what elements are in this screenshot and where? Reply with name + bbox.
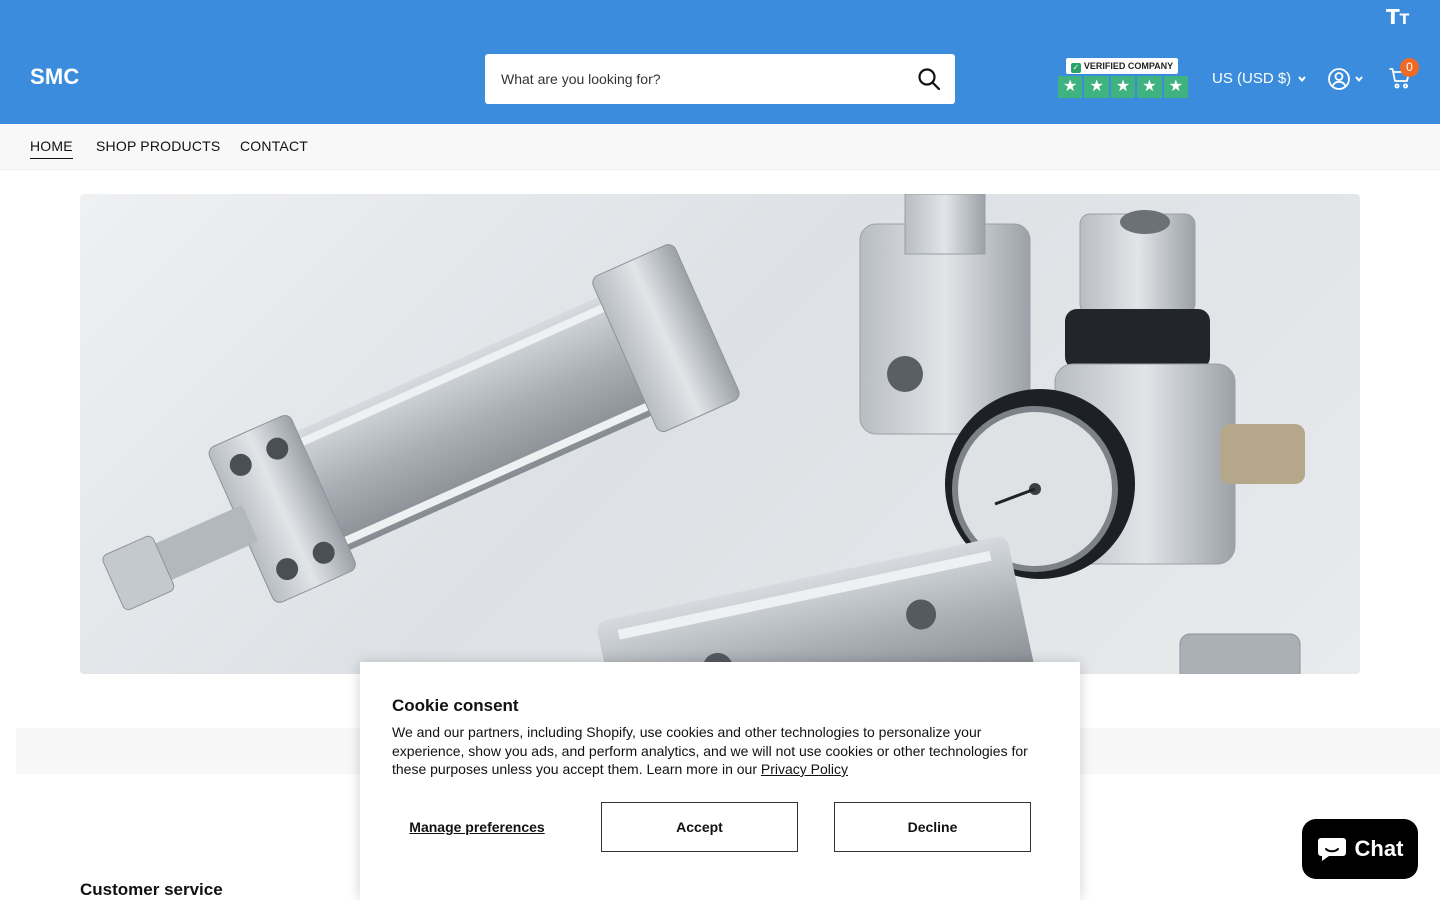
cookie-title: Cookie consent — [392, 696, 519, 715]
verified-company-badge[interactable]: ✓ VERIFIED COMPANY ★ ★ ★ ★ ★ — [1058, 58, 1189, 100]
text-size-icon[interactable]: TT — [1386, 6, 1414, 28]
footer-heading-customer-service: Customer service — [80, 880, 223, 899]
star-icon: ★ — [1163, 76, 1189, 98]
chevron-down-icon — [1298, 75, 1306, 82]
hero-banner-image — [80, 194, 1360, 674]
nav-item-shop-products[interactable]: SHOP PRODUCTS — [96, 138, 220, 158]
decline-button[interactable]: Decline — [834, 802, 1031, 852]
account-menu[interactable] — [1327, 67, 1367, 91]
store-logo[interactable]: SMC — [30, 64, 80, 90]
check-shield-icon: ✓ — [1070, 63, 1081, 73]
star-icon: ★ — [1137, 76, 1162, 98]
search-icon[interactable] — [917, 67, 941, 91]
star-icon: ★ — [1110, 76, 1136, 98]
star-icon: ★ — [1084, 76, 1109, 98]
cart-count-badge: 0 — [1400, 58, 1419, 77]
search-input[interactable] — [485, 54, 901, 104]
star-icon: ★ — [1058, 76, 1083, 98]
chat-label: Chat — [1354, 836, 1404, 861]
accept-button[interactable]: Accept — [601, 802, 798, 852]
nav-item-home[interactable]: HOME — [30, 138, 73, 159]
user-circle-icon — [1328, 68, 1350, 90]
search-bar — [485, 54, 955, 104]
header-bar: TT SMC ✓VERIFIED COMPANY ★ ★ ★ ★ ★ US (U… — [0, 0, 1440, 124]
chevron-down-icon — [1355, 76, 1363, 83]
rating-stars: ★ ★ ★ ★ ★ — [1058, 76, 1189, 98]
verified-label: ✓ VERIFIED COMPANY — [1066, 58, 1178, 74]
currency-label: US (USD $) — [1212, 70, 1292, 87]
privacy-policy-link[interactable]: Privacy Policy — [761, 761, 848, 777]
cookie-body-text: We and our partners, including Shopify, … — [392, 724, 1028, 777]
cookie-consent-dialog: Cookie consent We and our partners, incl… — [360, 662, 1080, 900]
verified-text: VERIFIED COMPANY — [1083, 61, 1174, 71]
pneumatic-components-illustration — [102, 194, 1305, 674]
main-nav: HOME SHOP PRODUCTS CONTACT — [0, 124, 1440, 170]
nav-item-contact[interactable]: CONTACT — [240, 138, 308, 158]
currency-selector[interactable]: US (USD $) — [1212, 70, 1307, 87]
manage-preferences-button[interactable]: Manage preferences — [392, 802, 562, 852]
chat-bubble-icon — [1317, 838, 1346, 861]
chat-button[interactable]: Chat — [1302, 819, 1418, 879]
cookie-body: We and our partners, including Shopify, … — [392, 723, 1052, 779]
